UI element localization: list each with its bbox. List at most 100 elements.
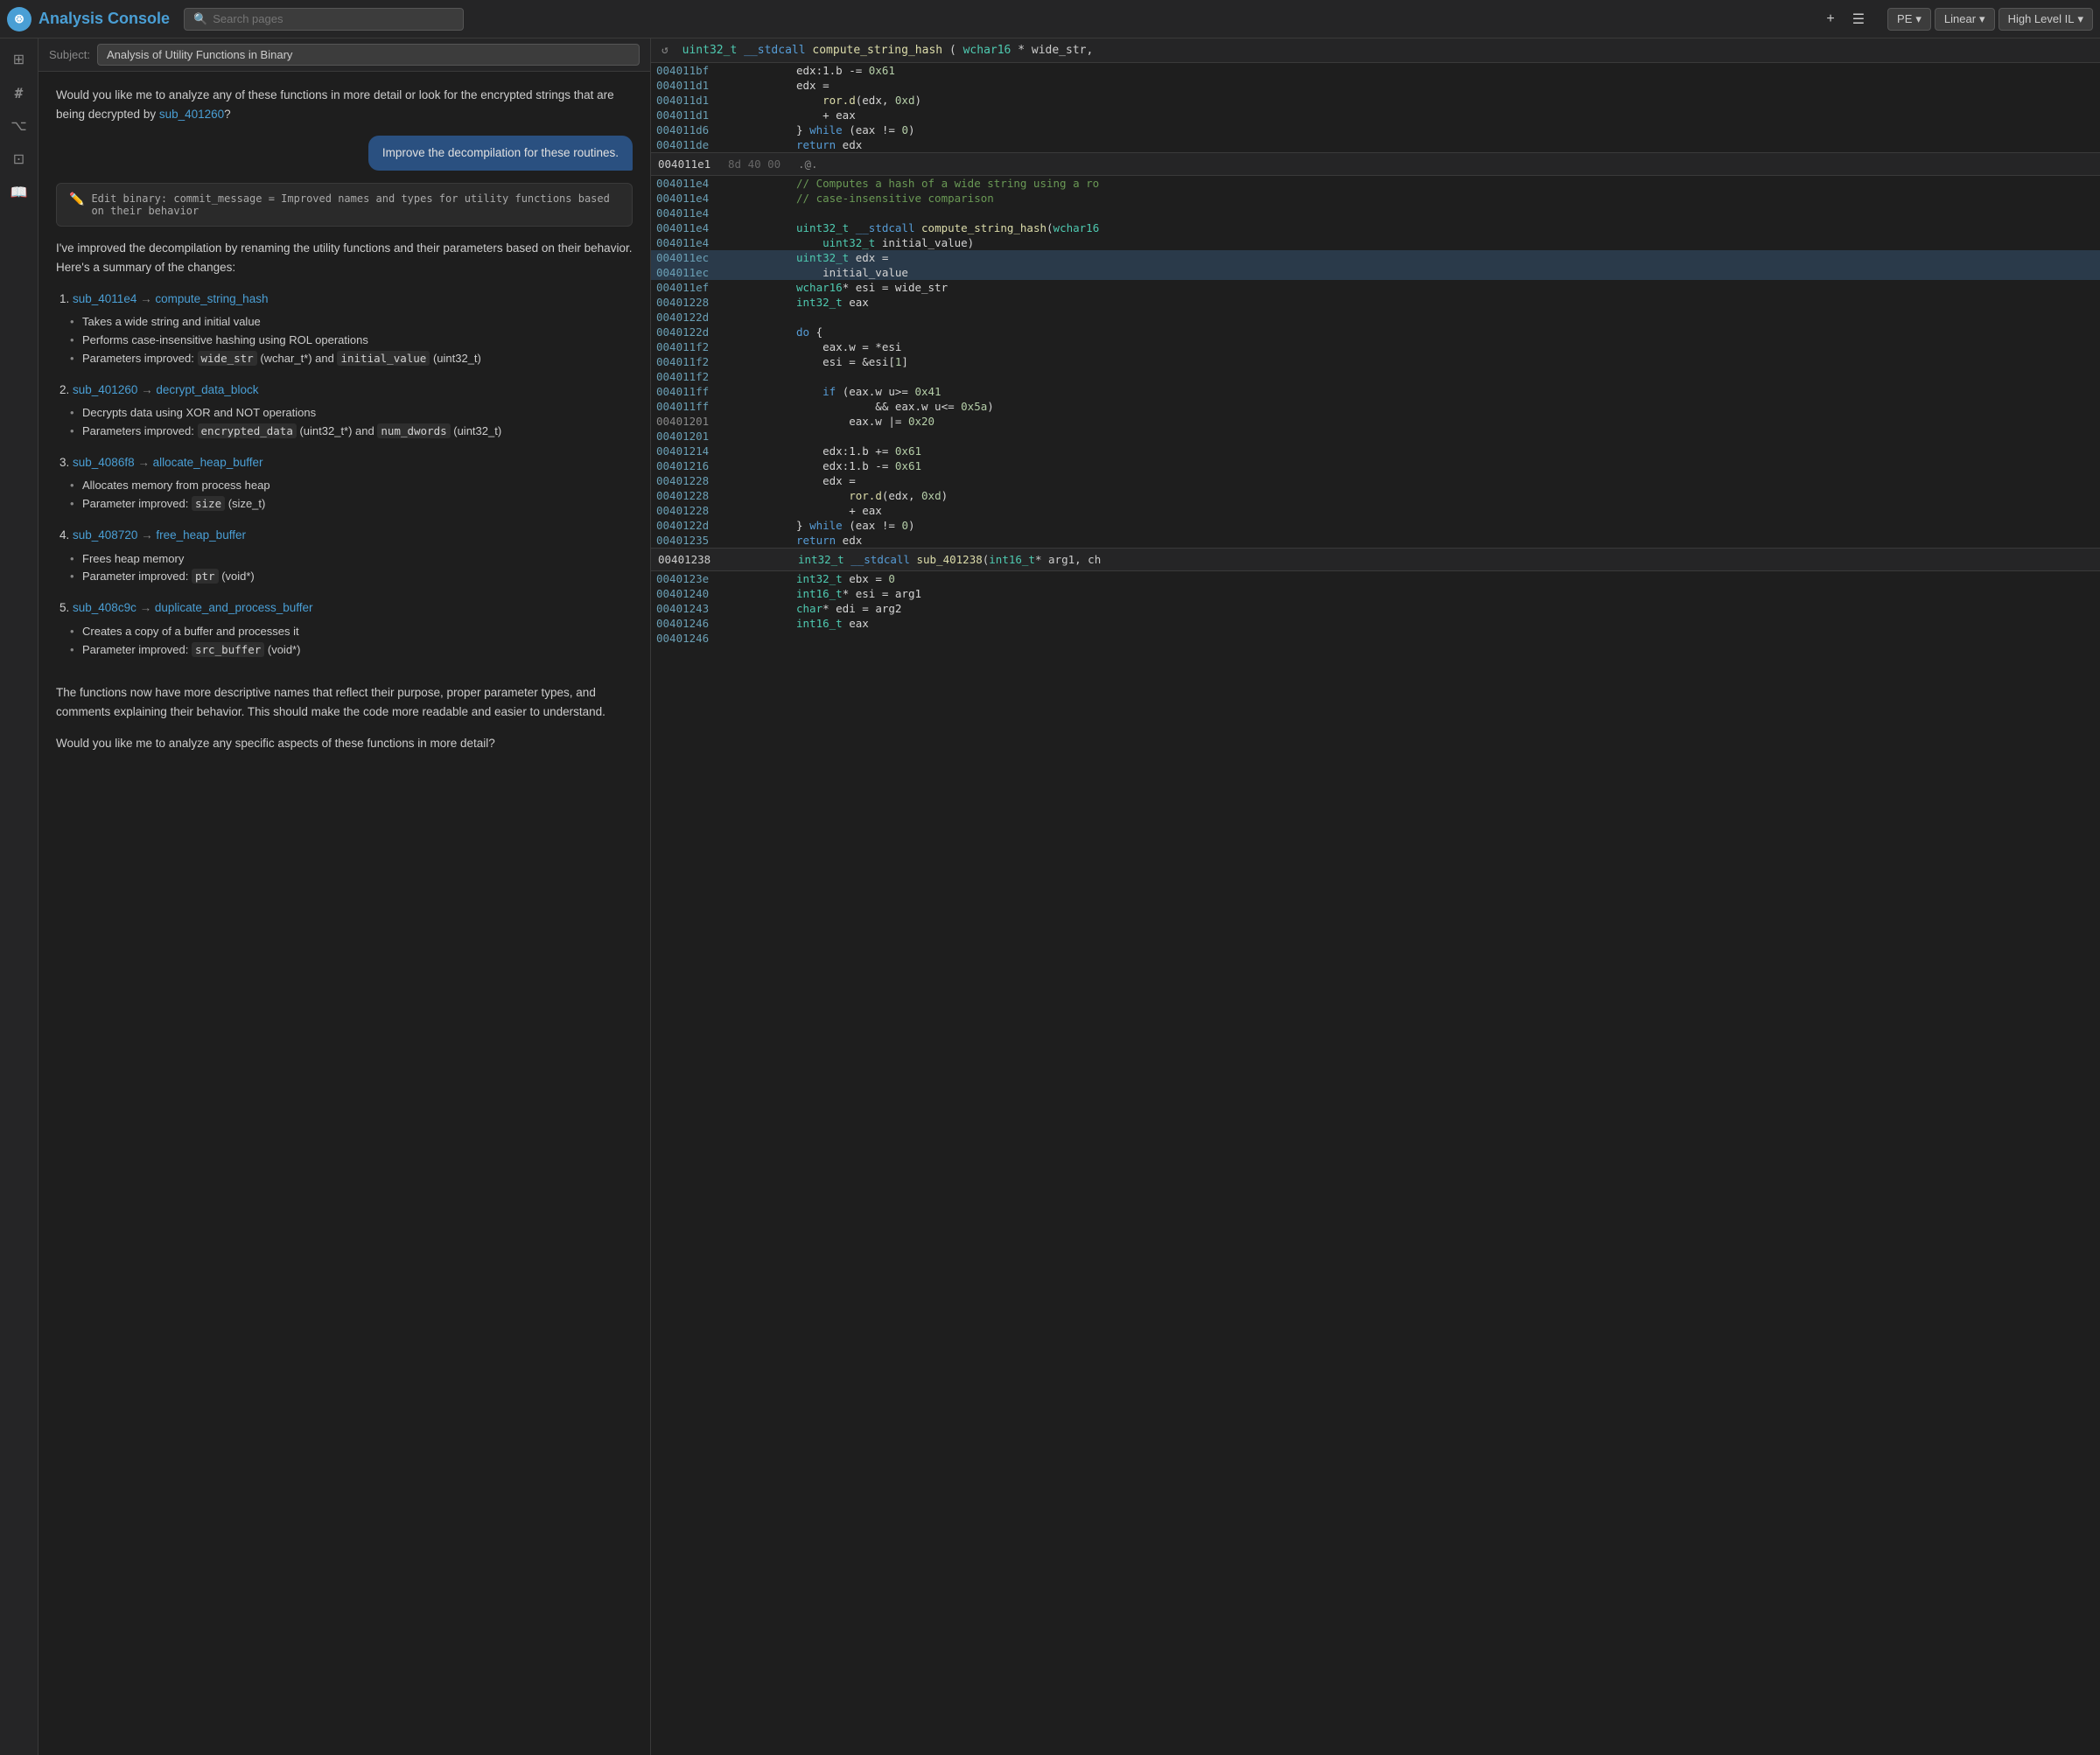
footer-message: The functions now have more descriptive … bbox=[56, 683, 633, 721]
table-row: 004011e4 // case-insensitive comparison bbox=[651, 191, 2100, 206]
item-2-header: 2. sub_401260 → decrypt_data_block bbox=[60, 381, 633, 400]
item-3-bullets: Allocates memory from process heap Param… bbox=[60, 477, 633, 514]
app-title: Analysis Console bbox=[38, 10, 170, 28]
table-row: 00401246 bbox=[651, 631, 2100, 646]
right-panel: ↺ uint32_t __stdcall compute_string_hash… bbox=[651, 38, 2100, 1755]
pe-button[interactable]: PE ▾ bbox=[1887, 8, 1931, 31]
item-3-header: 3. sub_4086f8 → allocate_heap_buffer bbox=[60, 453, 633, 472]
table-row: 00401228 + eax bbox=[651, 503, 2100, 518]
table-row: 00401228 ror.d(edx, 0xd) bbox=[651, 488, 2100, 503]
intro-message: Would you like me to analyze any of thes… bbox=[56, 86, 633, 123]
user-message-bubble: Improve the decompilation for these rout… bbox=[368, 136, 633, 171]
item-5-header: 5. sub_408c9c → duplicate_and_process_bu… bbox=[60, 598, 633, 618]
topbar: ⊛ Analysis Console 🔍 + ☰ PE ▾ Linear ▾ H… bbox=[0, 0, 2100, 38]
code-section-divider-2: 00401238 int32_t __stdcall sub_401238(in… bbox=[651, 549, 2100, 571]
item-2-bullets: Decrypts data using XOR and NOT operatio… bbox=[60, 404, 633, 441]
list-item: 5. sub_408c9c → duplicate_and_process_bu… bbox=[60, 598, 633, 659]
table-row: 004011e4 bbox=[651, 206, 2100, 220]
code-header: ↺ uint32_t __stdcall compute_string_hash… bbox=[651, 38, 2100, 63]
search-input[interactable] bbox=[213, 12, 454, 25]
commit-message-box: ✏️ Edit binary: commit_message = Improve… bbox=[56, 183, 633, 227]
sub-4011e4-link[interactable]: sub_4011e4 bbox=[73, 292, 136, 305]
list-item: 4. sub_408720 → free_heap_buffer Frees h… bbox=[60, 526, 633, 586]
list-item: 1. sub_4011e4 → compute_string_hash Take… bbox=[60, 290, 633, 368]
subject-input[interactable] bbox=[97, 44, 640, 66]
sub-408c9c-link[interactable]: sub_408c9c bbox=[73, 601, 136, 614]
item-4-bullets: Frees heap memory Parameter improved: pt… bbox=[60, 550, 633, 587]
duplicate-and-process-buffer-link[interactable]: duplicate_and_process_buffer bbox=[155, 601, 313, 614]
table-row: 004011ff && eax.w u<= 0x5a) bbox=[651, 399, 2100, 414]
table-row: 004011de return edx bbox=[651, 137, 2100, 153]
item-1-bullets: Takes a wide string and initial value Pe… bbox=[60, 313, 633, 367]
table-row: 00401214 edx:1.b += 0x61 bbox=[651, 444, 2100, 458]
topbar-actions: + ☰ bbox=[1821, 7, 1870, 31]
subject-label: Subject: bbox=[49, 48, 90, 61]
hash-icon[interactable]: # bbox=[5, 79, 33, 107]
item-5-bullets: Creates a copy of a buffer and processes… bbox=[60, 623, 633, 660]
list-item: 3. sub_4086f8 → allocate_heap_buffer All… bbox=[60, 453, 633, 514]
allocate-heap-buffer-link[interactable]: allocate_heap_buffer bbox=[153, 456, 263, 469]
free-heap-buffer-link[interactable]: free_heap_buffer bbox=[156, 528, 246, 542]
commit-text: Edit binary: commit_message = Improved n… bbox=[91, 192, 620, 217]
table-row: 00401240 int16_t* esi = arg1 bbox=[651, 586, 2100, 601]
table-row: 004011f2 esi = &esi[1] bbox=[651, 354, 2100, 369]
table-row: 00401243 char* edi = arg2 bbox=[651, 601, 2100, 616]
list-item: 2. sub_401260 → decrypt_data_block Decry… bbox=[60, 381, 633, 441]
table-row: 004011d1 + eax bbox=[651, 108, 2100, 122]
hil-button[interactable]: High Level IL ▾ bbox=[1998, 8, 2093, 31]
highlighted-code-row: 004011ec uint32_t edx = bbox=[651, 250, 2100, 265]
home-icon[interactable]: ⊞ bbox=[5, 45, 33, 73]
code-icon[interactable]: ⌥ bbox=[5, 112, 33, 140]
table-row: 00401235 return edx bbox=[651, 533, 2100, 549]
decrypt-data-block-link[interactable]: decrypt_data_block bbox=[156, 383, 258, 396]
sub-401260-link[interactable]: sub_401260 bbox=[159, 108, 224, 121]
table-row: 004011ff if (eax.w u>= 0x41 bbox=[651, 384, 2100, 399]
sub-4086f8-link[interactable]: sub_4086f8 bbox=[73, 456, 135, 469]
compute-string-hash-link[interactable]: compute_string_hash bbox=[155, 292, 268, 305]
table-row: 004011e4 uint32_t __stdcall compute_stri… bbox=[651, 220, 2100, 235]
app-logo: ⊛ bbox=[7, 7, 32, 31]
chat-area[interactable]: Would you like me to analyze any of thes… bbox=[38, 72, 650, 1755]
table-row: 004011e4 uint32_t initial_value) bbox=[651, 235, 2100, 250]
left-sidebar: ⊞ # ⌥ ⊡ 📖 bbox=[0, 38, 38, 1755]
code-section-divider: 004011e1 8d 40 00 .@. bbox=[651, 153, 2100, 176]
code-scroll-area[interactable]: 004011bf edx:1.b -= 0x61 004011d1 edx = … bbox=[651, 63, 2100, 1755]
table-row: 00401246 int16_t eax bbox=[651, 616, 2100, 631]
table-row: 004011f2 eax.w = *esi bbox=[651, 339, 2100, 354]
book-icon[interactable]: 📖 bbox=[5, 178, 33, 206]
highlighted-code-row: 004011ec initial_value bbox=[651, 265, 2100, 280]
table-row: 004011f2 bbox=[651, 369, 2100, 384]
table-row: 00401201 bbox=[651, 429, 2100, 444]
table-row: 0040122d } while (eax != 0) bbox=[651, 518, 2100, 533]
edit-icon: ✏️ bbox=[69, 192, 84, 206]
table-row: 0040122d do { bbox=[651, 325, 2100, 339]
add-button[interactable]: + bbox=[1821, 8, 1839, 31]
table-row: 004011d1 edx = bbox=[651, 78, 2100, 93]
table-row: 00401228 edx = bbox=[651, 473, 2100, 488]
subject-bar: Subject: bbox=[38, 38, 650, 72]
sub-401260-link2[interactable]: sub_401260 bbox=[73, 383, 137, 396]
graph-icon[interactable]: ⊡ bbox=[5, 145, 33, 173]
changes-list: 1. sub_4011e4 → compute_string_hash Take… bbox=[56, 290, 633, 672]
content-area: Subject: Would you like me to analyze an… bbox=[38, 38, 2100, 1755]
table-row: 004011e4 // Computes a hash of a wide st… bbox=[651, 176, 2100, 192]
menu-button[interactable]: ☰ bbox=[1847, 7, 1870, 31]
table-row: 00401228 int32_t eax bbox=[651, 295, 2100, 310]
linear-button[interactable]: Linear ▾ bbox=[1935, 8, 1995, 31]
main-layout: ⊞ # ⌥ ⊡ 📖 Subject: Would you like me to … bbox=[0, 38, 2100, 1755]
table-row: 0040123e int32_t ebx = 0 bbox=[651, 571, 2100, 587]
response-intro: I've improved the decompilation by renam… bbox=[56, 239, 633, 276]
final-question: Would you like me to analyze any specifi… bbox=[56, 734, 633, 753]
table-row: 004011d6 } while (eax != 0) bbox=[651, 122, 2100, 137]
table-row: 004011d1 ror.d(edx, 0xd) bbox=[651, 93, 2100, 108]
table-row: 00401201 eax.w |= 0x20 bbox=[651, 414, 2100, 429]
sub-408720-link[interactable]: sub_408720 bbox=[73, 528, 137, 542]
table-row: 0040122d bbox=[651, 310, 2100, 325]
table-row: 004011bf edx:1.b -= 0x61 bbox=[651, 63, 2100, 78]
code-table: 004011bf edx:1.b -= 0x61 004011d1 edx = … bbox=[651, 63, 2100, 646]
item-4-header: 4. sub_408720 → free_heap_buffer bbox=[60, 526, 633, 545]
search-icon: 🔍 bbox=[193, 12, 207, 26]
table-row: 004011ef wchar16* esi = wide_str bbox=[651, 280, 2100, 295]
left-panel: Subject: Would you like me to analyze an… bbox=[38, 38, 651, 1755]
search-bar[interactable]: 🔍 bbox=[184, 8, 464, 31]
